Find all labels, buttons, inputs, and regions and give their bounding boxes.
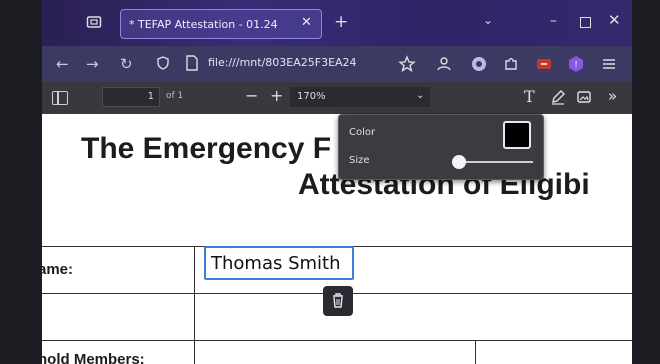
- page-number-input[interactable]: 1: [102, 87, 160, 107]
- account-icon[interactable]: [435, 55, 453, 73]
- name-field-value: Thomas Smith: [211, 253, 341, 274]
- forward-icon[interactable]: →: [86, 55, 99, 73]
- svg-text:!: !: [574, 61, 578, 71]
- maximize-icon[interactable]: [580, 17, 591, 28]
- size-slider-thumb[interactable]: [452, 155, 466, 169]
- annotation-properties-popup: Color Size: [338, 114, 544, 180]
- delete-annotation-button[interactable]: [323, 286, 353, 316]
- extensions-puzzle-icon[interactable]: [502, 55, 520, 73]
- size-slider-track[interactable]: [459, 161, 533, 163]
- new-tab-button[interactable]: +: [334, 12, 348, 32]
- zoom-value: 170%: [297, 91, 326, 102]
- zoom-in-button[interactable]: +: [270, 86, 283, 105]
- zoom-out-button[interactable]: −: [245, 86, 258, 105]
- app-menu-icon[interactable]: [600, 55, 618, 73]
- active-tab[interactable]: * TEFAP Attestation - 01.24 ✕: [120, 9, 322, 39]
- tab-close-icon[interactable]: ✕: [301, 15, 312, 30]
- table-column-divider: [475, 340, 476, 364]
- window-close-icon[interactable]: ✕: [608, 11, 621, 29]
- add-image-icon[interactable]: [576, 89, 592, 105]
- name-text-field[interactable]: Thomas Smith: [204, 246, 354, 280]
- extension-circle-icon[interactable]: [470, 55, 488, 73]
- url-bar[interactable]: file:///mnt/803EA25F3EA24: [208, 56, 393, 69]
- browser-window: * TEFAP Attestation - 01.24 ✕ + ⌄ – ✕ ← …: [42, 0, 632, 364]
- trash-icon: [333, 293, 343, 308]
- site-info-shield-icon[interactable]: [156, 56, 170, 70]
- color-label: Color: [349, 127, 376, 138]
- navigation-toolbar: ← → ↻ file:///mnt/803EA25F3EA24 !: [42, 46, 632, 82]
- list-all-tabs-icon[interactable]: ⌄: [483, 13, 493, 27]
- red-extension-icon[interactable]: [535, 55, 553, 73]
- pdf-toolbar: 1 of 1 − + 170% ⌄ T »: [42, 82, 632, 114]
- more-tools-icon[interactable]: »: [608, 87, 617, 105]
- tab-bar: * TEFAP Attestation - 01.24 ✕ + ⌄ – ✕: [42, 0, 632, 46]
- color-swatch[interactable]: [503, 121, 531, 149]
- text-tool-icon[interactable]: T: [524, 87, 535, 106]
- draw-pen-icon[interactable]: [550, 89, 566, 105]
- table-column-divider: [194, 246, 195, 364]
- purple-extension-icon[interactable]: !: [567, 55, 585, 73]
- name-label: ame:: [42, 261, 74, 278]
- sidebar-toggle-icon[interactable]: [52, 91, 68, 105]
- page-count: of 1: [166, 91, 184, 101]
- chevron-down-icon: ⌄: [416, 90, 425, 101]
- bookmark-star-icon[interactable]: [398, 55, 416, 73]
- size-label: Size: [349, 155, 370, 166]
- tab-title: * TEFAP Attestation - 01.24: [129, 18, 278, 31]
- table-rule: [42, 340, 632, 341]
- zoom-select[interactable]: 170% ⌄: [290, 87, 430, 107]
- back-icon[interactable]: ←: [56, 55, 69, 73]
- reload-icon[interactable]: ↻: [120, 55, 133, 73]
- household-members-label: hold Members:: [42, 351, 145, 364]
- minimize-icon[interactable]: –: [550, 13, 557, 29]
- firefox-view-icon[interactable]: [86, 14, 102, 30]
- page-icon: [186, 55, 198, 71]
